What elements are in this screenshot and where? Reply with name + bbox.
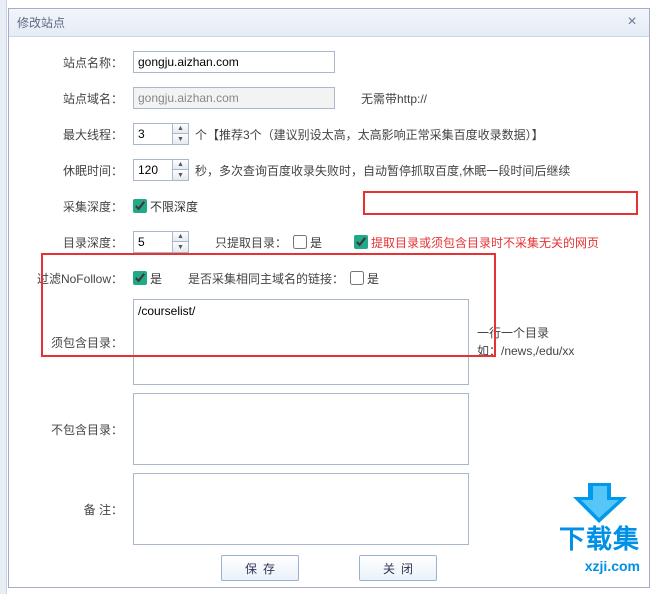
exclude-dir-textarea[interactable]: [133, 393, 469, 465]
close-button[interactable]: 关闭: [359, 555, 437, 581]
sleep-time-input[interactable]: [133, 159, 173, 181]
checkbox-dir-highlight[interactable]: 提取目录或须包含目录时不采集无关的网页: [354, 234, 599, 251]
extract-dir-only-yes: 是: [310, 234, 322, 251]
max-threads-spinner[interactable]: ▲ ▼: [133, 123, 189, 145]
chevron-up-icon[interactable]: ▲: [173, 232, 188, 242]
sleep-time-spinner[interactable]: ▲ ▼: [133, 159, 189, 181]
watermark-url: xzji.com: [585, 558, 640, 574]
checkbox-extract-dir-only[interactable]: 是: [293, 234, 322, 251]
row-site-name: 站点名称：: [23, 47, 635, 77]
dir-depth-spinner[interactable]: ▲ ▼: [133, 231, 189, 253]
label-same-domain: 是否采集相同主域名的链接：: [188, 270, 344, 287]
dir-highlight-label: 提取目录或须包含目录时不采集无关的网页: [371, 234, 599, 251]
same-domain-checkbox[interactable]: [350, 271, 364, 285]
label-site-domain: 站点域名：: [23, 90, 133, 107]
watermark-brand: 下载集: [559, 519, 640, 556]
remark-textarea[interactable]: [133, 473, 469, 545]
dialog-buttons: 保存 关闭: [23, 555, 635, 581]
checkbox-unlimited-depth[interactable]: 不限深度: [133, 198, 198, 215]
dialog-titlebar: 修改站点 ×: [9, 9, 649, 37]
checkbox-nofollow[interactable]: 是: [133, 270, 162, 287]
same-domain-yes: 是: [367, 270, 379, 287]
max-threads-input[interactable]: [133, 123, 173, 145]
chevron-down-icon[interactable]: ▼: [173, 170, 188, 180]
label-must-include-dir: 须包含目录：: [23, 334, 133, 351]
row-dir-depth: 目录深度： ▲ ▼ 只提取目录： 是 提取目录或须包含目录时不采: [23, 227, 635, 257]
left-window-edge: [0, 0, 7, 594]
chevron-down-icon[interactable]: ▼: [173, 134, 188, 144]
label-remark: 备 注：: [23, 501, 133, 518]
row-nofollow: 过滤NoFollow： 是 是否采集相同主域名的链接： 是: [23, 263, 635, 293]
row-crawl-depth: 采集深度： 不限深度: [23, 191, 635, 221]
nofollow-yes: 是: [150, 270, 162, 287]
label-nofollow: 过滤NoFollow：: [23, 270, 133, 287]
must-include-dir-textarea[interactable]: [133, 299, 469, 385]
nofollow-checkbox[interactable]: [133, 271, 147, 285]
unlimited-depth-label: 不限深度: [150, 198, 198, 215]
row-sleep-time: 休眠时间： ▲ ▼ 秒，多次查询百度收录失败时，自动暂停抓取百度,休眠一段时间后…: [23, 155, 635, 185]
dialog-title: 修改站点: [17, 14, 623, 31]
dir-depth-input[interactable]: [133, 231, 173, 253]
dir-highlight-checkbox[interactable]: [354, 235, 368, 249]
site-name-input[interactable]: [133, 51, 335, 73]
row-exclude-dir: 不包含目录：: [23, 393, 635, 465]
label-sleep-time: 休眠时间：: [23, 162, 133, 179]
unlimited-depth-checkbox[interactable]: [133, 199, 147, 213]
extract-dir-only-checkbox[interactable]: [293, 235, 307, 249]
hint-dir-format: 一行一个目录 如：/news,/edu/xx: [477, 324, 574, 360]
label-exclude-dir: 不包含目录：: [23, 421, 133, 438]
modify-site-dialog: 修改站点 × 站点名称： 站点域名： 无需带http:// 最大线程： ▲: [8, 8, 650, 588]
hint-dir-line1: 一行一个目录: [477, 324, 574, 342]
chevron-down-icon[interactable]: ▼: [173, 242, 188, 252]
dialog-content: 站点名称： 站点域名： 无需带http:// 最大线程： ▲ ▼: [9, 37, 649, 587]
row-site-domain: 站点域名： 无需带http://: [23, 83, 635, 113]
label-site-name: 站点名称：: [23, 54, 133, 71]
hint-sleep: 秒，多次查询百度收录失败时，自动暂停抓取百度,休眠一段时间后继续: [195, 162, 570, 179]
label-max-threads: 最大线程：: [23, 126, 133, 143]
checkbox-same-domain[interactable]: 是: [350, 270, 379, 287]
save-button[interactable]: 保存: [221, 555, 299, 581]
row-max-threads: 最大线程： ▲ ▼ 个【推荐3个（建议别设太高，太高影响正常采集百度收录数据）】: [23, 119, 635, 149]
site-domain-input: [133, 87, 335, 109]
label-dir-depth: 目录深度：: [23, 234, 133, 251]
hint-threads: 个【推荐3个（建议别设太高，太高影响正常采集百度收录数据）】: [195, 126, 544, 143]
hint-no-http: 无需带http://: [361, 90, 427, 107]
hint-dir-line2: 如：/news,/edu/xx: [477, 342, 574, 360]
label-crawl-depth: 采集深度：: [23, 198, 133, 215]
close-icon[interactable]: ×: [623, 14, 641, 32]
label-extract-dir-only: 只提取目录：: [215, 234, 287, 251]
chevron-up-icon[interactable]: ▲: [173, 124, 188, 134]
row-remark: 备 注：: [23, 473, 635, 545]
chevron-up-icon[interactable]: ▲: [173, 160, 188, 170]
row-must-include-dir: 须包含目录： 一行一个目录 如：/news,/edu/xx: [23, 299, 635, 385]
